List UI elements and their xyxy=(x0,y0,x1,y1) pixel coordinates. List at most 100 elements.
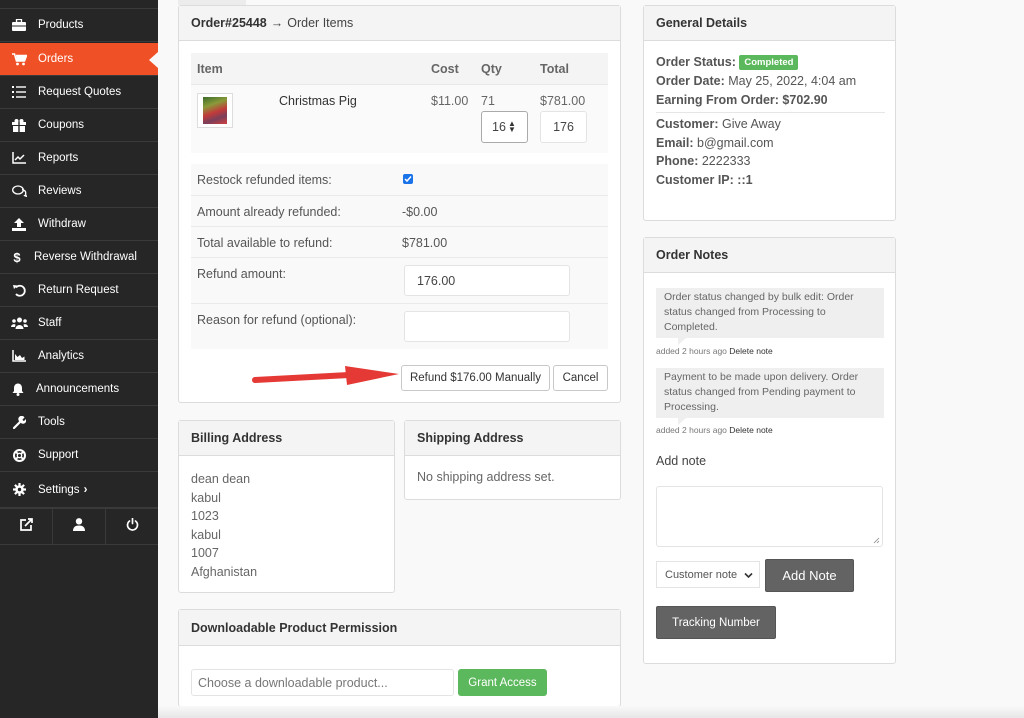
sidebar-item-products[interactable]: Products xyxy=(0,9,158,42)
billing-line: kabul xyxy=(191,527,221,542)
sidebar-item-label: Tools xyxy=(38,416,65,428)
order-items-panel: Order#25448 → Order Items Item Cost Qty … xyxy=(178,5,621,403)
cancel-button[interactable]: Cancel xyxy=(553,365,608,391)
refund-manually-button[interactable]: Refund $176.00 Manually xyxy=(401,365,550,391)
wrench-icon xyxy=(0,415,38,429)
column-total: Total xyxy=(540,62,569,76)
chart-line-icon xyxy=(0,152,38,164)
annotation-arrow-icon xyxy=(252,366,399,385)
refund-reason-label: Reason for refund (optional): xyxy=(197,313,357,327)
refund-reason-input[interactable] xyxy=(404,311,570,342)
user-icon xyxy=(73,517,85,536)
order-notes-panel: Order Notes Order status changed by bulk… xyxy=(643,237,896,664)
upload-icon xyxy=(0,217,38,231)
restock-checkbox[interactable] xyxy=(403,174,413,184)
billing-line: 1023 xyxy=(191,509,219,524)
email-value: b@gmail.com xyxy=(697,136,774,150)
sidebar-item-reverse-withdrawal[interactable]: $ Reverse Withdrawal xyxy=(0,241,158,274)
item-cost: $11.00 xyxy=(431,94,469,108)
sidebar-item-settings[interactable]: Settings › xyxy=(0,472,158,508)
customer-value: Give Away xyxy=(722,117,781,131)
sidebar-item-label: Announcements xyxy=(36,383,120,395)
refund-qty-input[interactable]: 16 ▲ ▼ xyxy=(481,111,528,143)
downloadable-product-placeholder: Choose a downloadable product... xyxy=(198,675,388,690)
downloadable-product-select[interactable]: Choose a downloadable product... xyxy=(191,669,454,696)
sidebar-item-reviews[interactable]: Reviews xyxy=(0,175,158,208)
order-date-value: May 25, 2022, 4:04 am xyxy=(728,74,857,88)
logout-button[interactable] xyxy=(106,509,158,544)
sidebar-item-staff[interactable]: Staff xyxy=(0,307,158,340)
grant-access-button[interactable]: Grant Access xyxy=(458,669,547,696)
email-line: Email: b@gmail.com xyxy=(656,136,774,150)
restock-label: Restock refunded items: xyxy=(197,173,332,187)
stepper-icon[interactable]: ▲ ▼ xyxy=(508,120,516,134)
order-note: Order status changed by bulk edit: Order… xyxy=(656,288,884,345)
sidebar-item-tools[interactable]: Tools xyxy=(0,406,158,439)
sidebar-item-label: Support xyxy=(38,449,79,461)
billing-address-panel: Billing Address dean dean kabul 1023 kab… xyxy=(178,420,395,593)
undo-icon xyxy=(0,284,38,297)
order-items-subtitle: Order Items xyxy=(287,16,354,30)
refund-amount-label: Refund amount: xyxy=(197,267,286,281)
profile-button[interactable] xyxy=(53,509,106,544)
note-type-select[interactable]: Customer note xyxy=(656,561,760,588)
tracking-number-button[interactable]: Tracking Number xyxy=(656,606,776,639)
order-status-line: Order Status: Completed xyxy=(656,55,799,70)
delete-note-link[interactable]: Delete note xyxy=(729,346,772,356)
sidebar-item-withdraw[interactable]: Withdraw xyxy=(0,208,158,241)
sidebar-item-label: Return Request xyxy=(38,284,119,296)
customer-ip-value: ::1 xyxy=(737,173,753,187)
resize-handle-icon[interactable] xyxy=(873,537,880,544)
billing-line: 1007 xyxy=(191,546,219,561)
item-qty: 71 xyxy=(481,94,495,108)
customer-ip-line: Customer IP: ::1 xyxy=(656,173,753,187)
sidebar-item-coupons[interactable]: Coupons xyxy=(0,109,158,142)
sidebar-item-label: Request Quotes xyxy=(38,86,122,98)
product-name-link[interactable]: Christmas Pig xyxy=(279,94,357,108)
earning-line: Earning From Order: $702.90 xyxy=(656,93,828,107)
sidebar-item-announcements[interactable]: Announcements xyxy=(0,373,158,406)
order-notes-title: Order Notes xyxy=(644,238,895,273)
billing-address-lines: dean dean kabul 1023 kabul 1007 Afghanis… xyxy=(191,470,257,582)
refund-total-input[interactable]: 176 xyxy=(540,111,587,143)
email-label: Email: xyxy=(656,136,694,150)
note-timestamp: added 2 hours ago xyxy=(656,346,727,356)
add-note-button[interactable]: Add Note xyxy=(765,559,854,592)
note-type-value: Customer note xyxy=(665,568,738,581)
item-total: $781.00 xyxy=(540,94,586,108)
sidebar-item-analytics[interactable]: Analytics xyxy=(0,340,158,373)
sidebar-item-label: Withdraw xyxy=(38,218,86,230)
downloadable-permission-panel: Downloadable Product Permission Choose a… xyxy=(178,609,621,707)
chevron-down-icon xyxy=(744,572,753,579)
delete-note-link[interactable]: Delete note xyxy=(729,425,772,435)
visit-store-button[interactable] xyxy=(0,509,53,544)
sidebar-item-label: Settings xyxy=(38,483,80,496)
sidebar-item-reports[interactable]: Reports xyxy=(0,142,158,175)
order-note: Payment to be made upon delivery. Order … xyxy=(656,368,884,425)
sidebar-item-return-request[interactable]: Return Request xyxy=(0,274,158,307)
product-thumbnail[interactable] xyxy=(197,93,233,128)
dollar-icon: $ xyxy=(13,249,21,265)
area-chart-icon xyxy=(0,350,38,362)
refund-form: Restock refunded items: Amount already r… xyxy=(191,164,608,349)
order-note-meta: added 2 hours ago Delete note xyxy=(656,425,773,435)
sidebar-item-label: Reverse Withdrawal xyxy=(34,251,137,263)
refund-amount-input[interactable]: 176.00 xyxy=(404,265,570,296)
comments-icon xyxy=(0,185,38,197)
shipping-address-panel: Shipping Address No shipping address set… xyxy=(404,420,621,500)
restock-row: Restock refunded items: xyxy=(191,164,608,196)
items-table-header: Item Cost Qty Total xyxy=(191,53,608,85)
sidebar-item-support[interactable]: Support xyxy=(0,439,158,472)
add-note-textarea[interactable] xyxy=(656,486,883,547)
sidebar-item-label: Orders xyxy=(38,53,74,65)
available-refund-row: Total available to refund: $781.00 xyxy=(191,227,608,258)
billing-line: dean dean xyxy=(191,472,251,486)
already-refunded-label: Amount already refunded: xyxy=(197,205,341,219)
sidebar-item-orders[interactable]: Orders xyxy=(0,43,158,76)
sidebar-item-label: Staff xyxy=(38,317,62,329)
order-items-header: Order#25448 → Order Items xyxy=(179,6,620,41)
cart-icon xyxy=(0,52,38,66)
sidebar-item-request-quotes[interactable]: Request Quotes xyxy=(0,76,158,109)
power-icon xyxy=(126,517,139,536)
already-refunded-row: Amount already refunded: -$0.00 xyxy=(191,196,608,227)
